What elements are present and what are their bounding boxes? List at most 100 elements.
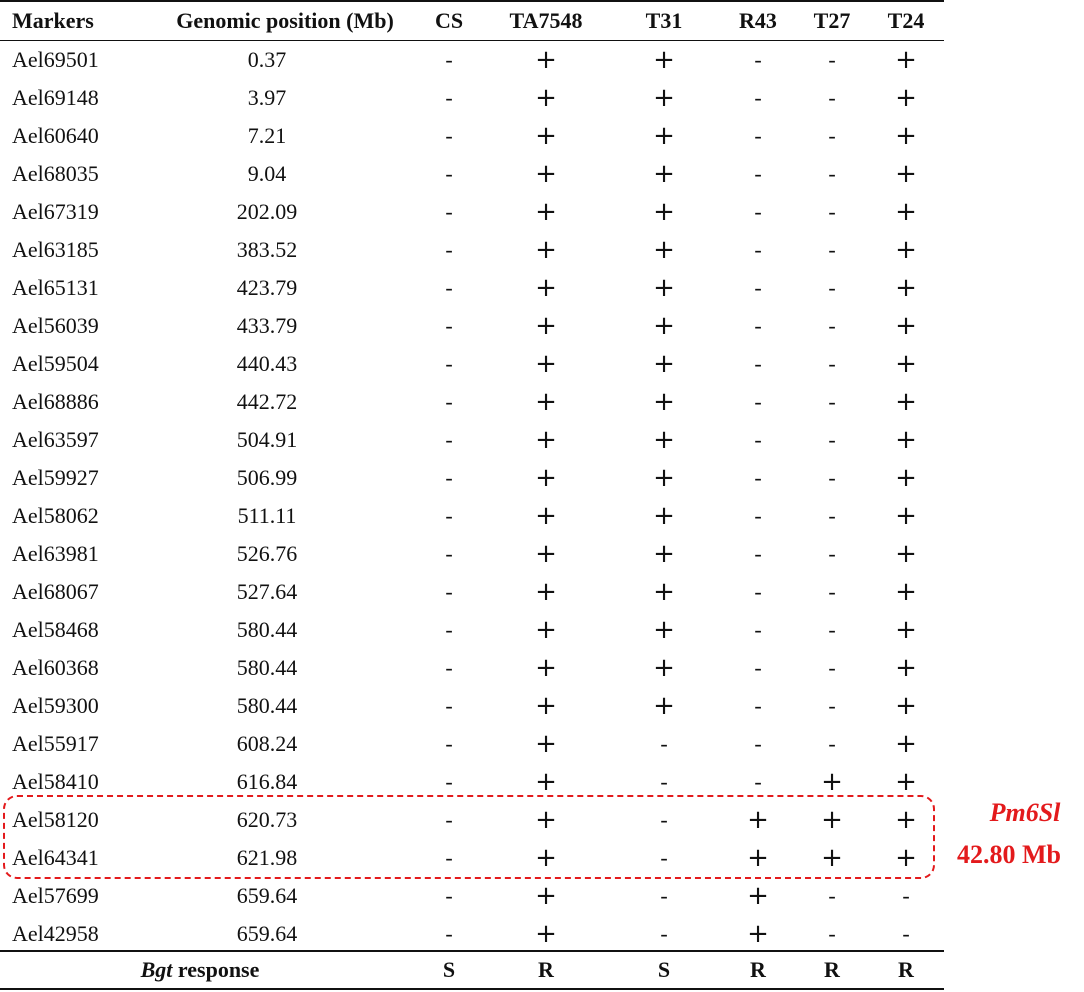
header-row: Markers Genomic position (Mb) CS TA7548 … [0, 2, 944, 40]
cell-r43: + [747, 881, 769, 911]
cell-t27: - [828, 47, 836, 72]
region-size-label: 42.80 Mb [957, 840, 1061, 869]
cell-r43: - [754, 47, 762, 72]
table-row: Ael63185 383.52 - + + - - + [0, 231, 944, 269]
cell-cs: - [445, 123, 453, 148]
cell-position: 423.79 [236, 275, 298, 300]
cell-t27: - [828, 579, 836, 604]
cell-t27: - [828, 541, 836, 566]
cell-marker: Ael69501 [12, 47, 99, 72]
cell-marker: Ael67319 [12, 199, 99, 224]
cell-cs: - [445, 85, 453, 110]
cell-position: 9.04 [247, 161, 287, 186]
cell-ta7548: + [535, 577, 557, 607]
cell-t24: + [895, 311, 917, 341]
cell-r43: + [747, 919, 769, 949]
cell-t24: + [895, 349, 917, 379]
cell-t31: - [660, 921, 668, 946]
cell-t24: + [895, 577, 917, 607]
cell-t27: - [828, 655, 836, 680]
cell-ta7548: + [535, 881, 557, 911]
cell-r43: - [754, 617, 762, 642]
cell-position: 7.21 [247, 123, 287, 148]
response-r43: R [750, 957, 766, 982]
cell-cs: - [445, 579, 453, 604]
table-row: Ael68886 442.72 - + + - - + [0, 383, 944, 421]
cell-cs: - [445, 465, 453, 490]
cell-r43: - [754, 579, 762, 604]
cell-t27: - [828, 275, 836, 300]
cell-position: 580.44 [236, 693, 298, 718]
cell-ta7548: + [535, 387, 557, 417]
cell-t31: + [653, 387, 675, 417]
cell-t31: + [653, 45, 675, 75]
table-row: Ael59504 440.43 - + + - - + [0, 345, 944, 383]
cell-t31: + [653, 577, 675, 607]
table-row: Ael69148 3.97 - + + - - + [0, 79, 944, 117]
cell-marker: Ael42958 [12, 921, 99, 946]
response-ta7548: R [538, 957, 554, 982]
cell-marker: Ael60368 [12, 655, 99, 680]
cell-t27: - [828, 85, 836, 110]
cell-ta7548: + [535, 615, 557, 645]
cell-marker: Ael58062 [12, 503, 99, 528]
cell-t27: - [828, 731, 836, 756]
cell-r43: - [754, 389, 762, 414]
cell-t27: - [828, 465, 836, 490]
cell-r43: - [754, 237, 762, 262]
cell-r43: - [754, 731, 762, 756]
cell-marker: Ael65131 [12, 275, 99, 300]
cell-ta7548: + [535, 463, 557, 493]
cell-marker: Ael59927 [12, 465, 99, 490]
table-row: Ael68067 527.64 - + + - - + [0, 573, 944, 611]
cell-position: 506.99 [236, 465, 298, 490]
cell-t31: + [653, 83, 675, 113]
cell-t27: - [828, 503, 836, 528]
cell-t31: + [653, 121, 675, 151]
table-row: Ael68035 9.04 - + + - - + [0, 155, 944, 193]
table-row: Ael63981 526.76 - + + - - + [0, 535, 944, 573]
cell-cs: - [445, 921, 453, 946]
cell-t27: - [828, 883, 836, 908]
cell-r43: - [754, 161, 762, 186]
cell-r43: - [754, 313, 762, 338]
cell-marker: Ael68886 [12, 389, 99, 414]
cell-position: 0.37 [247, 47, 287, 72]
response-label: Bgt response [90, 951, 310, 989]
cell-cs: - [445, 161, 453, 186]
cell-t31: + [653, 159, 675, 189]
cell-marker: Ael59504 [12, 351, 99, 376]
cell-position: 504.91 [236, 427, 298, 452]
cell-r43: - [754, 199, 762, 224]
cell-t24: + [895, 501, 917, 531]
cell-cs: - [445, 47, 453, 72]
cell-marker: Ael68035 [12, 161, 99, 186]
header-r43: R43 [739, 8, 777, 33]
cell-t24: + [895, 45, 917, 75]
cell-marker: Ael55917 [12, 731, 99, 756]
cell-marker: Ael59300 [12, 693, 99, 718]
cell-ta7548: + [535, 349, 557, 379]
table-row: Ael58468 580.44 - + + - - + [0, 611, 944, 649]
response-label-rest: response [172, 957, 260, 982]
table-row: Ael58062 511.11 - + + - - + [0, 497, 944, 535]
response-t31: S [657, 957, 671, 982]
cell-t24: + [895, 653, 917, 683]
cell-marker: Ael63981 [12, 541, 99, 566]
cell-t31: + [653, 463, 675, 493]
cell-t27: - [828, 617, 836, 642]
table-row: Ael59927 506.99 - + + - - + [0, 459, 944, 497]
cell-marker: Ael57699 [12, 883, 99, 908]
cell-ta7548: + [535, 45, 557, 75]
cell-ta7548: + [535, 311, 557, 341]
cell-t31: + [653, 235, 675, 265]
table-row: Ael67319 202.09 - + + - - + [0, 193, 944, 231]
cell-ta7548: + [535, 539, 557, 569]
header-cs: CS [434, 8, 464, 33]
cell-cs: - [445, 541, 453, 566]
cell-cs: - [445, 617, 453, 642]
cell-r43: - [754, 275, 762, 300]
cell-ta7548: + [535, 691, 557, 721]
cell-position: 202.09 [236, 199, 298, 224]
table-row: Ael59300 580.44 - + + - - + [0, 687, 944, 725]
